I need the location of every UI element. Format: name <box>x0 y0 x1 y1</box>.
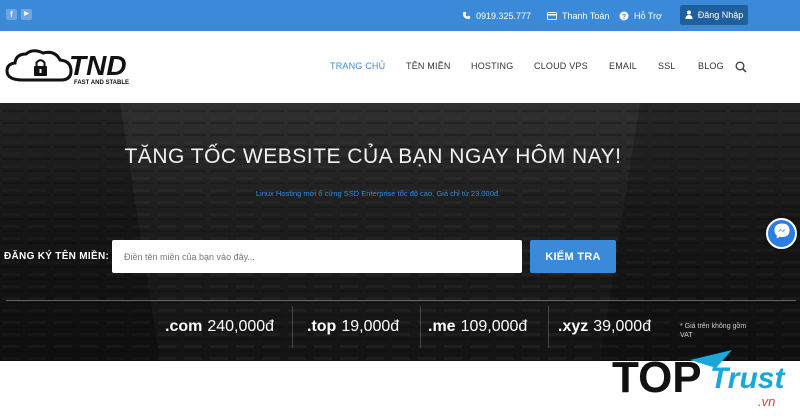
messenger-chat-button[interactable] <box>766 218 797 249</box>
price-separator <box>548 306 549 348</box>
price-tld: .xyz <box>558 318 589 335</box>
price-tld: .com <box>165 318 203 335</box>
login-label: Đăng Nhập <box>697 10 744 20</box>
credit-card-icon <box>547 11 557 21</box>
price-item-me: .me 109,000đ <box>428 318 527 342</box>
nav-item-blog[interactable]: BLOG <box>698 61 724 71</box>
price-tld: .me <box>428 318 456 335</box>
nav-item-domain[interactable]: TÊN MIỀN <box>406 61 451 71</box>
vat-note: * Giá trên không gồm VAT <box>680 323 747 339</box>
price-separator <box>292 306 293 348</box>
price-value: 109,000đ <box>460 318 528 335</box>
nav-item-hosting[interactable]: HOSTING <box>471 61 513 71</box>
price-item-xyz: .xyz 39,000đ <box>558 318 651 342</box>
site-logo[interactable]: TND FAST AND STABLE <box>3 44 143 90</box>
check-domain-button[interactable]: KIỂM TRA <box>530 240 616 273</box>
phone-number: 0919.325.777 <box>476 10 532 21</box>
nav-item-home[interactable]: TRANG CHỦ <box>330 61 385 71</box>
domain-register-label: ĐĂNG KÝ TÊN MIỀN: <box>4 251 110 262</box>
hero-divider <box>6 300 796 301</box>
messenger-icon <box>773 222 791 245</box>
price-value: 240,000đ <box>207 318 275 335</box>
nav-item-cloud-vps[interactable]: CLOUD VPS <box>534 61 588 71</box>
hero-section: TĂNG TỐC WEBSITE CỦA BẠN NGAY HÔM NAY! L… <box>0 103 800 361</box>
price-separator <box>420 306 421 348</box>
support-link[interactable]: ? Hỗ Trợ <box>619 9 662 22</box>
price-item-com: .com 240,000đ <box>165 318 274 342</box>
price-item-top: .top 19,000đ <box>307 318 399 342</box>
phone-contact[interactable]: 0919.325.777 <box>461 9 531 22</box>
svg-text:?: ? <box>622 13 626 20</box>
facebook-icon[interactable]: f <box>6 9 17 20</box>
support-label: Hỗ Trợ <box>634 10 662 21</box>
hero-subtitle: Linux Hosting mới ổ cứng SSD Enterprise … <box>255 189 501 198</box>
hero-title: TĂNG TỐC WEBSITE CỦA BẠN NGAY HÔM NAY! <box>124 145 622 168</box>
logo-tagline: FAST AND STABLE <box>74 80 129 86</box>
watermark-top-text: TOP <box>612 353 702 402</box>
user-icon <box>685 10 693 21</box>
payment-link[interactable]: Thanh Toán <box>547 9 609 22</box>
search-icon[interactable] <box>735 60 747 73</box>
youtube-icon[interactable]: ▶ <box>21 9 32 20</box>
logo-brand-text: TND <box>69 50 127 81</box>
watermark-domain-text: .vn <box>758 394 775 409</box>
toptrust-watermark-logo: TOP Trust .vn <box>612 346 798 412</box>
price-tld: .top <box>307 318 337 335</box>
nav-item-email[interactable]: EMAIL <box>609 61 637 71</box>
nav-item-ssl[interactable]: SSL <box>658 61 676 71</box>
watermark-trust-text: Trust <box>710 362 786 395</box>
payment-label: Thanh Toán <box>562 10 610 21</box>
domain-search-input[interactable] <box>112 240 522 273</box>
help-icon: ? <box>619 11 629 21</box>
login-button[interactable]: Đăng Nhập <box>680 5 748 25</box>
price-value: 19,000đ <box>341 318 400 335</box>
price-value: 39,000đ <box>593 318 652 335</box>
phone-icon <box>461 11 471 21</box>
top-bar: f ▶ 0919.325.777 Thanh Toán ? Hỗ Trợ Đăn… <box>0 0 800 31</box>
